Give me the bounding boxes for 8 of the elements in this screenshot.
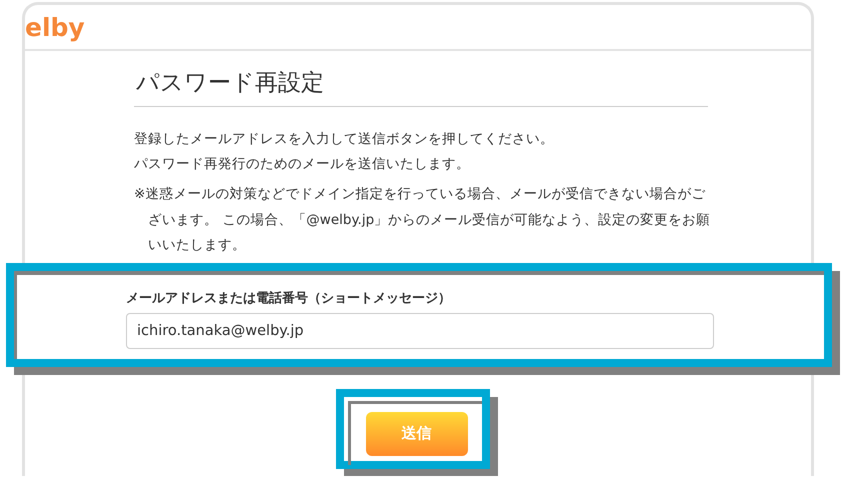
instruction-text: パスワード再発行のためのメールを送信いたします。 bbox=[134, 155, 471, 174]
field-label: メールアドレスまたは電話番号（ショートメッセージ） bbox=[126, 290, 452, 306]
submit-button[interactable]: 送信 bbox=[366, 412, 468, 456]
logo[interactable]: elby bbox=[25, 12, 85, 42]
page-title: パスワード再設定 bbox=[134, 67, 708, 107]
instruction-text: 登録したメールアドレスを入力して送信ボタンを押してください。 bbox=[134, 130, 555, 149]
email-field[interactable]: ichiro.tanaka@welby.jp bbox=[126, 312, 714, 348]
note-text: ※迷惑メールの対策などでドメイン指定を行っている場合、メールが受信できない場合がございます。 この場合、「@welby.jp」からのメール受信が可能なよう、設定の変更をお願いいたします。 bbox=[134, 185, 712, 255]
